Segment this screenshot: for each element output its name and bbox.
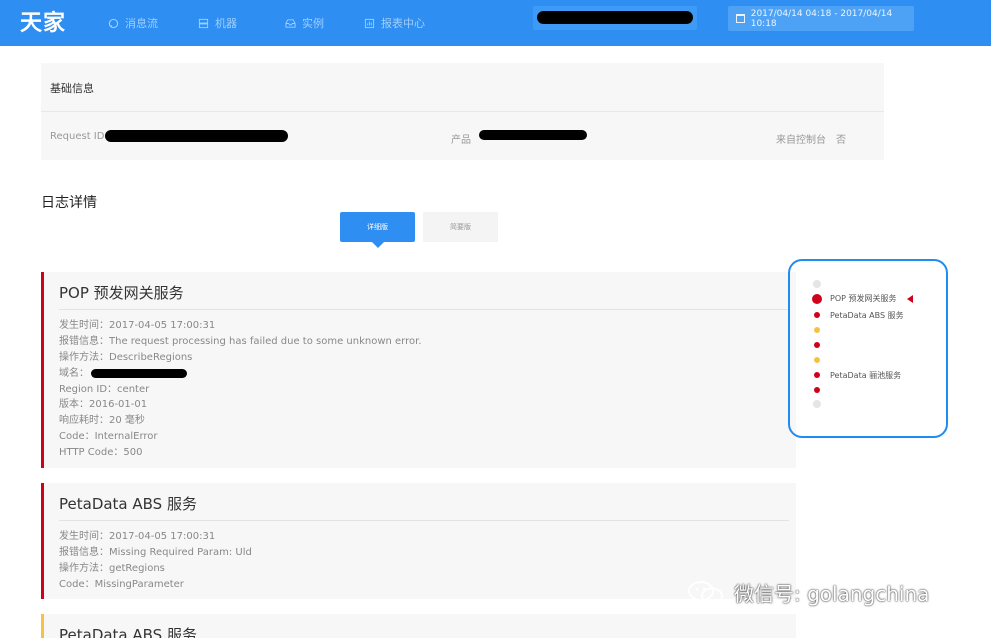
timeline-dot[interactable] (814, 357, 820, 363)
log-field: Code：InternalError (59, 431, 158, 443)
current-marker-icon (907, 295, 913, 303)
nav-item-machines[interactable]: 机器 (198, 15, 237, 31)
log-field: 发生时间：2017-04-05 17:00:31 (59, 531, 216, 542)
log-card: POP 预发网关服务 发生时间：2017-04-05 17:00:31 报错信息… (41, 272, 796, 468)
product-label: 产品 (451, 135, 471, 146)
log-field: 操作方法：DescribeRegions (59, 351, 193, 363)
log-section-title: 日志详情 (41, 195, 97, 211)
search-input[interactable] (533, 6, 697, 30)
timeline-dot[interactable] (813, 400, 821, 408)
log-fields: 发生时间：2017-04-05 17:00:31 报错信息：The reques… (59, 318, 422, 461)
brief-view-button[interactable]: 简要版 (423, 212, 498, 242)
nav-label: 实例 (302, 17, 324, 30)
calendar-icon (736, 14, 745, 23)
date-range-value: 2017/04/14 04:18 - 2017/04/14 10:18 (750, 8, 893, 29)
from-console-value: 否 (836, 135, 846, 146)
timeline-dot[interactable] (814, 372, 820, 378)
timeline-dot[interactable] (814, 342, 820, 348)
nav-label: 消息流 (125, 17, 158, 30)
log-card: PetaData ABS 服务 发生时间：2017-04-05 17:00:31… (41, 483, 796, 599)
timeline-label[interactable]: PetaData 骊池服务 (830, 370, 901, 381)
timeline-dot[interactable] (813, 280, 821, 288)
date-range-picker[interactable]: 2017/04/14 04:18 - 2017/04/14 10:18 (728, 6, 914, 31)
domain-redacted (91, 368, 187, 378)
timeline-panel: POP 预发网关服务 PetaData ABS 服务 PetaData 骊池服务 (788, 259, 948, 438)
log-field-label: 域名： (59, 367, 89, 379)
detailed-view-button[interactable]: 详细版 (340, 212, 415, 248)
timeline-label[interactable]: PetaData ABS 服务 (830, 310, 904, 321)
log-title: PetaData ABS 服务 (59, 495, 197, 513)
app-logo[interactable]: 天家 (20, 5, 66, 37)
report-icon (364, 18, 375, 28)
log-field: 报错信息：The request processing has failed d… (59, 335, 422, 347)
nav-label: 机器 (215, 17, 237, 30)
timeline-dot[interactable] (814, 312, 820, 318)
timeline-dot[interactable] (814, 327, 820, 333)
timeline-label[interactable]: POP 预发网关服务 (830, 293, 897, 304)
log-field: 响应耗时：20 毫秒 (59, 415, 145, 427)
log-field: 报错信息：Missing Required Param: Uld (59, 546, 252, 558)
watermark: 微信号: golangchina (686, 578, 929, 607)
product-redacted (479, 130, 587, 140)
log-card: PetaData ABS 服务 (41, 614, 796, 638)
basic-info-title: 基础信息 (50, 82, 94, 95)
nav-item-messages[interactable]: 消息流 (108, 15, 158, 31)
top-bar: 天家 消息流 机器 实例 报表中心 2017/04/14 04:18 - 201… (0, 0, 991, 46)
log-field: Code：MissingParameter (59, 578, 184, 590)
redaction-mark (537, 11, 693, 24)
log-field: 操作方法：getRegions (59, 562, 165, 574)
from-console-label: 来自控制台 (776, 135, 826, 146)
log-field-domain: 域名： (59, 366, 422, 382)
nav-item-instances[interactable]: 实例 (285, 15, 324, 31)
timeline-dot-active[interactable] (812, 294, 822, 304)
log-field: HTTP Code：500 (59, 447, 143, 459)
divider (59, 520, 789, 521)
divider (59, 309, 789, 310)
log-fields: 发生时间：2017-04-05 17:00:31 报错信息：Missing Re… (59, 529, 252, 593)
divider (41, 111, 884, 112)
inbox-icon (285, 18, 296, 28)
nav-item-reports[interactable]: 报表中心 (364, 15, 425, 31)
chat-icon (108, 18, 119, 28)
watermark-text: 微信号: golangchina (734, 582, 930, 606)
request-id-label: Request ID (50, 131, 105, 142)
timeline-dot[interactable] (814, 387, 820, 393)
wechat-icon (688, 580, 723, 604)
log-field: 发生时间：2017-04-05 17:00:31 (59, 320, 216, 331)
basic-info-card: 基础信息 Request ID 产品 来自控制台 否 (41, 63, 884, 160)
log-title: PetaData ABS 服务 (59, 626, 197, 638)
log-field: 版本：2016-01-01 (59, 399, 148, 411)
log-field: Region ID：center (59, 383, 150, 395)
nav-label: 报表中心 (381, 17, 425, 30)
request-id-redacted (105, 130, 288, 142)
server-icon (198, 18, 209, 28)
main-nav: 消息流 机器 实例 报表中心 (108, 0, 465, 46)
log-title: POP 预发网关服务 (59, 284, 184, 302)
